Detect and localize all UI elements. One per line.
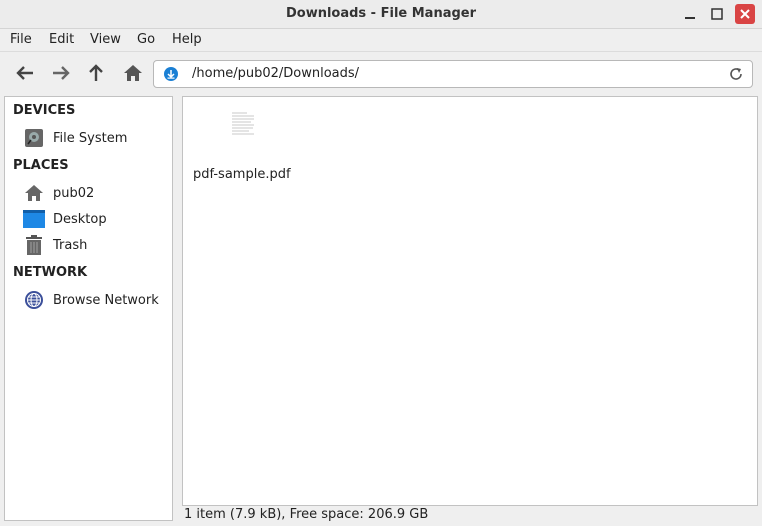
pdf-thumbnail-icon [229,109,257,139]
sidebar-heading-devices: DEVICES [13,103,76,118]
sidebar-item-file-system[interactable]: File System [23,127,171,149]
sidebar: DEVICES File System PLACES pub02 Desktop… [4,96,173,521]
menu-view[interactable]: View [90,32,121,47]
menu-file[interactable]: File [10,32,32,47]
sidebar-item-label: Desktop [53,211,107,227]
sidebar-item-browse-network[interactable]: Browse Network [23,289,171,311]
desktop-icon [23,208,45,230]
forward-button[interactable] [46,58,76,88]
toolbar: /home/pub02/Downloads/ [0,52,762,94]
menu-bar: File Edit View Go Help [0,29,762,52]
status-bar: 1 item (7.9 kB), Free space: 206.9 GB [182,506,758,526]
file-view[interactable]: pdf-sample.pdf [182,96,758,506]
home-icon [23,182,45,204]
window-title: Downloads - File Manager [285,6,477,21]
file-name: pdf-sample.pdf [193,167,291,182]
menu-go[interactable]: Go [137,32,155,47]
menu-help[interactable]: Help [172,32,202,47]
maximize-icon [711,8,723,20]
menu-edit[interactable]: Edit [49,32,74,47]
close-button[interactable] [735,4,755,24]
home-icon [124,65,142,81]
sidebar-item-label: File System [53,130,128,146]
maximize-button[interactable] [707,4,727,24]
up-button[interactable] [81,58,111,88]
sidebar-item-desktop[interactable]: Desktop [23,208,171,230]
arrow-up-icon [89,64,103,81]
globe-icon [23,289,45,311]
location-bar[interactable]: /home/pub02/Downloads/ [153,60,753,88]
arrow-left-icon [16,66,33,80]
close-icon [740,9,750,19]
sidebar-item-trash[interactable]: Trash [23,234,171,256]
drive-icon [23,127,45,149]
minimize-button[interactable] [680,4,700,24]
sidebar-heading-places: PLACES [13,158,69,173]
sidebar-item-label: Trash [53,237,88,253]
sidebar-item-label: Browse Network [53,292,159,308]
reload-icon[interactable] [728,66,744,82]
download-folder-icon [164,67,178,81]
minimize-icon [685,17,695,19]
home-button[interactable] [118,58,148,88]
back-button[interactable] [10,58,40,88]
sidebar-item-label: pub02 [53,185,95,201]
sidebar-heading-network: NETWORK [13,265,88,280]
arrow-right-icon [53,66,70,80]
trash-icon [23,234,45,256]
location-path: /home/pub02/Downloads/ [192,66,360,81]
title-bar: Downloads - File Manager [0,0,762,29]
status-text: 1 item (7.9 kB), Free space: 206.9 GB [184,507,429,522]
sidebar-item-pub02[interactable]: pub02 [23,182,171,204]
file-item[interactable]: pdf-sample.pdf [189,105,293,185]
